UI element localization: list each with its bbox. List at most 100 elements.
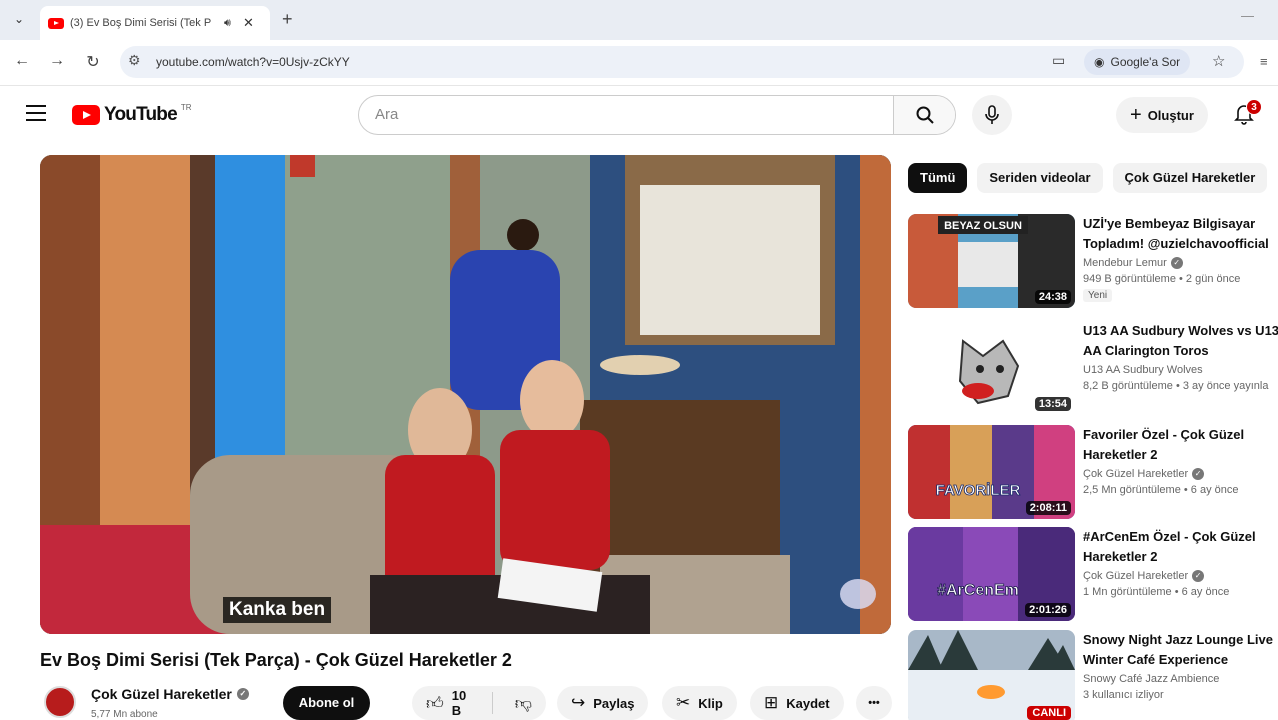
chip-series[interactable]: Seriden videolar [977, 163, 1103, 193]
video-title-line2[interactable]: Topladım! @uzielchavoofficial [1083, 234, 1278, 254]
video-title-line1[interactable]: U13 AA Sudbury Wolves vs U13 [1083, 321, 1278, 341]
channel-name-row[interactable]: Çok Güzel Hareketler ✓ [91, 686, 249, 702]
site-settings-icon[interactable]: ⚙︎ [128, 52, 141, 69]
chip-channel[interactable]: Çok Güzel Hareketler [1112, 163, 1268, 193]
video-title-line2[interactable]: Winter Café Experience [1083, 650, 1278, 670]
clip-label: Klip [698, 695, 723, 711]
clip-button[interactable]: ✂ Klip [662, 686, 737, 720]
reload-icon[interactable]: ↻ [82, 52, 104, 72]
search-input[interactable]: Ara [359, 96, 895, 134]
video-title-line2[interactable]: Hareketler 2 [1083, 445, 1278, 465]
recommendation-item[interactable]: CANLI Snowy Night Jazz Lounge Live Winte… [908, 630, 1278, 720]
video-thumbnail[interactable]: 13:54 [908, 321, 1075, 415]
channel-name[interactable]: Çok Güzel Hareketler [1083, 468, 1188, 480]
video-meta: UZİ'ye Bembeyaz Bilgisayar Topladım! @uz… [1083, 214, 1278, 303]
extensions-icon[interactable]: ≡ [1260, 54, 1268, 69]
share-button[interactable]: ↪ Paylaş [557, 686, 649, 720]
video-player[interactable]: Kanka ben [40, 155, 891, 634]
close-tab-icon[interactable]: ✕ [243, 15, 254, 31]
browser-tab[interactable]: (3) Ev Boş Dimi Serisi (Tek P 🔊︎ ✕ [40, 6, 270, 40]
new-tab-button[interactable]: + [282, 9, 293, 30]
thumbs-up-icon: 👍︎ [426, 693, 444, 713]
video-frame [40, 155, 891, 634]
voice-search-button[interactable] [972, 95, 1012, 135]
like-button[interactable]: 👍︎ 10 B [412, 686, 484, 720]
thumb-overlay-text: BEYAZ OLSUN [944, 220, 1022, 232]
recommendation-item[interactable]: BEYAZ OLSUN 24:38 UZİ'ye Bembeyaz Bilgis… [908, 214, 1278, 308]
youtube-logo[interactable]: YouTube TR [72, 103, 192, 126]
verified-icon: ✓ [236, 688, 249, 700]
google-ask-button[interactable]: ◉ Google'a Sor [1084, 49, 1191, 75]
youtube-header: YouTube TR Ara + Oluştur 3 [0, 87, 1278, 143]
youtube-favicon-icon [48, 17, 64, 29]
channel-name[interactable]: Snowy Café Jazz Ambience [1083, 673, 1219, 685]
bookmark-star-icon[interactable]: ☆ [1212, 52, 1225, 70]
video-title-line2[interactable]: Hareketler 2 [1083, 547, 1278, 567]
dislike-button[interactable]: 👎︎ [501, 686, 546, 720]
channel-row: Çok Güzel Hareketler ✓ [1083, 570, 1278, 582]
search-icon [916, 106, 934, 124]
video-meta: U13 AA Sudbury Wolves vs U13 AA Claringt… [1083, 321, 1278, 392]
url-text[interactable]: youtube.com/watch?v=0Usjv-zCkYY [156, 55, 350, 69]
hamburger-menu-icon[interactable] [26, 105, 46, 121]
verified-icon: ✓ [1192, 468, 1205, 480]
video-duration: 24:38 [1034, 290, 1071, 304]
video-title-line1[interactable]: UZİ'ye Bembeyaz Bilgisayar [1083, 214, 1278, 234]
new-badge: Yeni [1083, 289, 1113, 302]
install-app-icon[interactable]: ▭ [1052, 52, 1065, 69]
video-duration: 2:01:26 [1025, 603, 1071, 617]
recommendation-item[interactable]: FAVORİLER 2:08:11 Favoriler Özel - Çok G… [908, 425, 1278, 519]
video-meta: Snowy Night Jazz Lounge Live Winter Café… [1083, 630, 1278, 701]
channel-name[interactable]: U13 AA Sudbury Wolves [1083, 364, 1203, 376]
save-button[interactable]: ⊞ Kaydet [750, 686, 844, 720]
video-meta: #ArCenEm Özel - Çok Güzel Hareketler 2 Ç… [1083, 527, 1278, 598]
video-title-line1[interactable]: Favoriler Özel - Çok Güzel [1083, 425, 1278, 445]
video-stats: 2,5 Mn görüntüleme • 6 ay önce [1083, 484, 1239, 496]
channel-name[interactable]: Mendebur Lemur [1083, 257, 1167, 269]
live-badge: CANLI [1027, 706, 1071, 720]
verified-icon: ✓ [1192, 570, 1205, 582]
more-actions-button[interactable]: ••• [856, 686, 892, 720]
video-duration: 2:08:11 [1025, 501, 1071, 515]
speaker-icon[interactable]: 🔊︎ [224, 17, 231, 30]
subscribe-button[interactable]: Abone ol [283, 686, 370, 720]
create-button[interactable]: + Oluştur [1116, 97, 1208, 133]
share-label: Paylaş [593, 695, 635, 711]
channel-row: Çok Güzel Hareketler ✓ [1083, 468, 1278, 480]
video-title-line1[interactable]: Snowy Night Jazz Lounge Live [1083, 630, 1278, 650]
recommendation-item[interactable]: #ArCenEm 2:01:26 #ArCenEm Özel - Çok Güz… [908, 527, 1278, 621]
video-thumbnail[interactable]: FAVORİLER 2:08:11 [908, 425, 1075, 519]
plus-icon: + [1130, 103, 1142, 126]
video-meta: Favoriler Özel - Çok Güzel Hareketler 2 … [1083, 425, 1278, 496]
channel-watermark [840, 579, 876, 609]
channel-name[interactable]: Çok Güzel Hareketler [1083, 570, 1188, 582]
channel-row: Snowy Café Jazz Ambience [1083, 673, 1278, 685]
back-icon[interactable]: ← [11, 52, 33, 70]
youtube-play-icon [72, 105, 100, 125]
save-playlist-icon: ⊞ [764, 693, 779, 712]
video-title-line1[interactable]: #ArCenEm Özel - Çok Güzel [1083, 527, 1278, 547]
forward-icon[interactable]: → [46, 52, 68, 70]
google-ask-label: Google'a Sor [1110, 55, 1181, 69]
channel-name[interactable]: Çok Güzel Hareketler [91, 686, 232, 702]
minimize-button[interactable]: — [1241, 8, 1254, 23]
video-thumbnail[interactable]: BEYAZ OLSUN 24:38 [908, 214, 1075, 308]
channel-avatar[interactable] [44, 686, 76, 718]
filter-chips: Tümü Seriden videolar Çok Güzel Hareketl… [908, 163, 1268, 193]
thumb-overlay-text: #ArCenEm [937, 582, 1019, 599]
tab-search-button[interactable]: ⌄ [8, 8, 30, 30]
notifications-button[interactable]: 3 [1232, 99, 1262, 127]
like-dislike-group: 👍︎ 10 B 👎︎ [412, 686, 546, 720]
video-title-line2[interactable]: AA Clarington Toros [1083, 341, 1278, 361]
chip-all[interactable]: Tümü [908, 163, 968, 193]
logo-text: YouTube [104, 104, 178, 125]
address-bar[interactable]: ⚙︎ youtube.com/watch?v=0Usjv-zCkYY ▭ ◉ G… [120, 46, 1244, 78]
video-stats: 949 B görüntüleme • 2 gün önce [1083, 273, 1241, 285]
video-thumbnail[interactable]: #ArCenEm 2:01:26 [908, 527, 1075, 621]
scissors-icon: ✂ [676, 693, 691, 712]
video-thumbnail[interactable]: CANLI [908, 630, 1075, 720]
microphone-icon [985, 105, 999, 124]
browser-tab-bar: ⌄ (3) Ev Boş Dimi Serisi (Tek P 🔊︎ ✕ + — [0, 0, 1278, 40]
recommendation-item[interactable]: 13:54 U13 AA Sudbury Wolves vs U13 AA Cl… [908, 321, 1278, 415]
search-button[interactable] [893, 96, 955, 134]
